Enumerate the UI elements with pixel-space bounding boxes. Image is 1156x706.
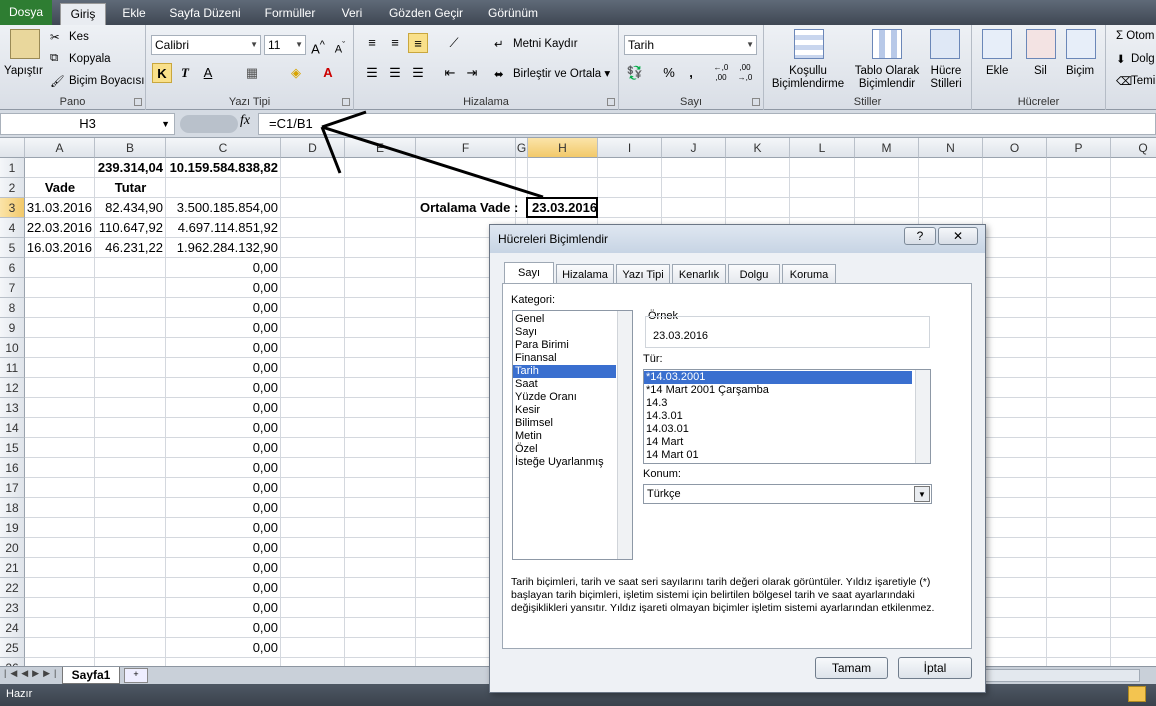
tab-border[interactable]: Kenarlık (672, 264, 726, 285)
locale-label: Konum: (643, 468, 681, 480)
category-label: Kategori: (511, 294, 556, 306)
category-item[interactable]: Metin (513, 430, 616, 443)
category-item[interactable]: Finansal (513, 352, 616, 365)
category-item[interactable]: Genel (513, 313, 616, 326)
category-item[interactable]: Yüzde Oranı (513, 391, 616, 404)
category-list-scrollbar[interactable] (617, 311, 632, 559)
format-description: Tarih biçimleri, tarih ve saat seri sayı… (511, 576, 935, 614)
sheet-tab-sayfa1[interactable]: Sayfa1 (62, 667, 120, 684)
number-tab-panel: Kategori: Genel Sayı Para Birimi Finansal Ta… (502, 283, 972, 649)
ok-button[interactable]: Tamam (815, 657, 888, 679)
tab-protection[interactable]: Koruma (782, 264, 836, 285)
format-cells-dialog: Hücreleri Biçimlendir ? ✕ Sayı Hizalama … (489, 224, 986, 693)
category-item[interactable]: Kesir (513, 404, 616, 417)
category-item[interactable]: Bilimsel (513, 417, 616, 430)
cancel-button[interactable]: İptal (898, 657, 972, 679)
type-label: Tür: (643, 353, 663, 365)
type-item[interactable]: 14 Mart 01 (644, 449, 912, 462)
tab-font[interactable]: Yazı Tipi (616, 264, 670, 285)
category-item[interactable]: Saat (513, 378, 616, 391)
sample-value: 23.03.2016 (653, 330, 709, 342)
category-list[interactable]: Genel Sayı Para Birimi Finansal Tarih Saat Yüz… (512, 310, 633, 560)
chevron-down-icon[interactable]: ▼ (914, 486, 930, 502)
close-button[interactable]: ✕ (938, 227, 978, 245)
category-item[interactable]: Özel (513, 443, 616, 456)
arrow-head-lower (320, 126, 342, 174)
arrow-annotation-lines (320, 110, 544, 199)
type-list[interactable]: *14.03.2001 *14 Mart 2001 Çarşamba 14.3 14.… (643, 369, 931, 464)
tab-fill[interactable]: Dolgu (728, 264, 780, 285)
tab-alignment[interactable]: Hizalama (556, 264, 614, 285)
category-item[interactable]: Sayı (513, 326, 616, 339)
new-sheet-icon[interactable]: + (124, 668, 148, 683)
category-item[interactable]: İsteğe Uyarlanmış (513, 456, 616, 469)
arrow-head-upper (321, 110, 367, 129)
type-item[interactable]: *14 Mart 2001 Çarşamba (644, 384, 912, 397)
sample-box: 23.03.2016 (645, 316, 930, 348)
type-item[interactable]: *14.03.2001 (644, 371, 912, 384)
category-item[interactable]: Tarih (513, 365, 616, 378)
normal-view-icon[interactable] (1128, 686, 1146, 702)
category-item[interactable]: Para Birimi (513, 339, 616, 352)
type-list-scrollbar[interactable] (915, 370, 930, 463)
type-item[interactable]: 14.03.01 (644, 423, 912, 436)
locale-value: Türkçe (647, 488, 681, 500)
help-button[interactable]: ? (904, 227, 936, 245)
status-text: Hazır (6, 688, 33, 700)
type-item[interactable]: 14.3.01 (644, 410, 912, 423)
sheet-nav-arrows-icon[interactable]: |◀◀▶▶| (4, 668, 60, 679)
type-item[interactable]: 14 Mart (644, 436, 912, 449)
arrow-shaft (321, 125, 544, 199)
tab-number[interactable]: Sayı (504, 262, 554, 285)
locale-select[interactable]: Türkçe ▼ (643, 484, 932, 504)
type-item[interactable]: 14.3 (644, 397, 912, 410)
